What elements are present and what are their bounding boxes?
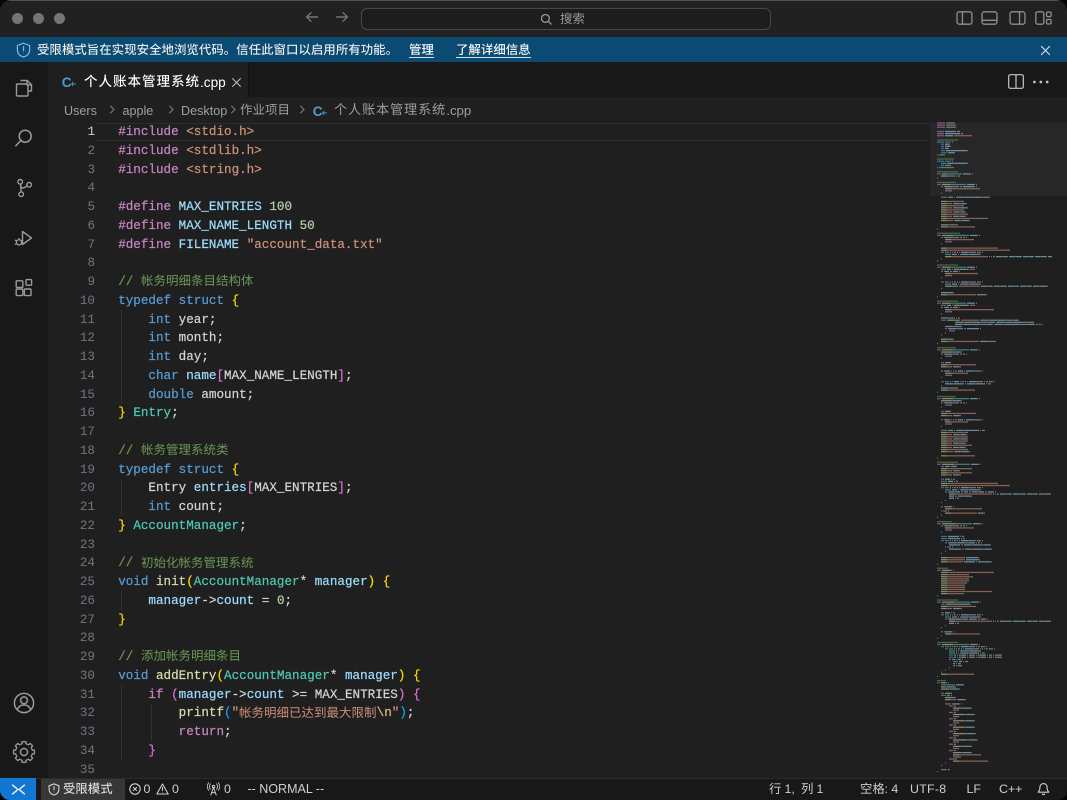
svg-text:+: + <box>74 78 76 88</box>
svg-text:+: + <box>325 107 327 117</box>
